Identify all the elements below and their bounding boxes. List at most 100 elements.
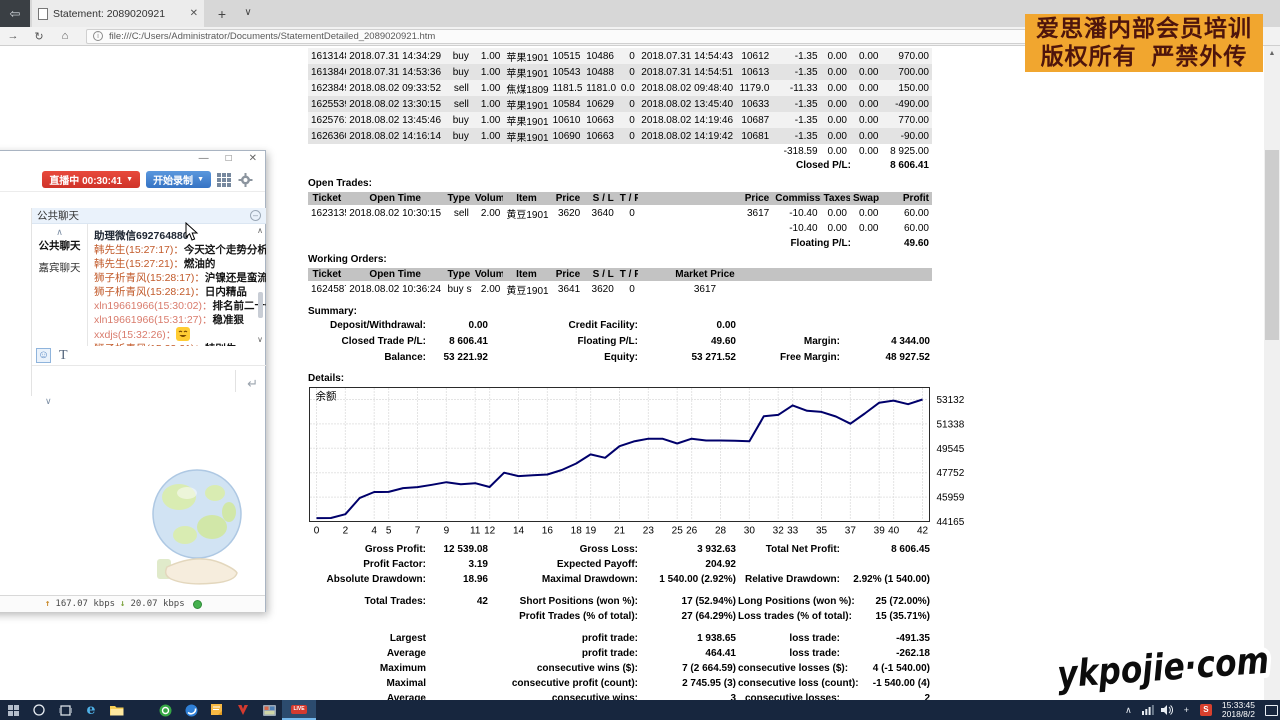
message-input[interactable]: ↵ — [32, 366, 266, 396]
statistics-row: Gross Profit:12 539.08Gross Loss:3 932.6… — [308, 544, 932, 559]
forward-icon[interactable]: → — [0, 30, 26, 42]
chat-message: 狮子析青风(15:33:21)：特别牛 — [94, 342, 254, 346]
scroll-down-icon[interactable]: ∨ — [254, 335, 266, 344]
table-cell: 0.00 — [821, 128, 850, 144]
table-cell: 3617 — [737, 205, 773, 221]
table-cell: 0.00 — [821, 112, 850, 128]
message-author: xxdjs(15:32:26)： — [94, 329, 176, 341]
table-cell: Price — [550, 268, 584, 281]
table-cell: 10610 — [550, 112, 584, 128]
table-cell: 10584 — [550, 96, 584, 112]
table-cell: 0.00 — [850, 64, 882, 80]
tab-list-chevron-icon[interactable]: ∨ — [238, 4, 258, 24]
message-author: 助理微信692764880 — [94, 230, 189, 242]
collapse-icon[interactable]: – — [250, 210, 261, 221]
table-cell: -10.40 — [772, 221, 820, 235]
table-cell: 2018.08.02 13:45:46 — [346, 112, 445, 128]
live-streaming-app-icon[interactable]: LIVE — [282, 700, 316, 720]
chat-titlebar[interactable]: — □ ✕ — [0, 151, 265, 167]
network-status-bar: ↑ 167.07 kbps ↓ 20.07 kbps — [0, 595, 265, 612]
chat-scrollbar[interactable]: ∧ ∨ — [254, 224, 266, 346]
table-cell: Profit — [881, 192, 932, 205]
table-cell — [772, 281, 932, 297]
chat-message: 助理微信692764880 — [94, 229, 254, 243]
message-author: 狮子析青风(15:28:21)： — [94, 286, 205, 298]
action-center-icon[interactable] — [1265, 705, 1278, 716]
task-view-icon[interactable] — [52, 700, 78, 720]
live-status-button[interactable]: 直播中 00:30:41 ▼ — [42, 171, 140, 188]
font-icon[interactable]: T — [59, 348, 68, 364]
network-icon[interactable] — [1142, 705, 1154, 715]
file-explorer-icon[interactable] — [104, 700, 130, 720]
start-button[interactable] — [0, 700, 26, 720]
live-timer: 直播中 00:30:41 — [49, 172, 122, 187]
input-toolbar: ☺ T — [32, 346, 266, 366]
new-tab-button[interactable]: + — [212, 4, 232, 24]
table-cell: 2018.08.02 14:19:42 — [638, 128, 737, 144]
cortana-search-icon[interactable] — [26, 700, 52, 720]
input-indicator-icon[interactable]: + — [1180, 705, 1193, 715]
table-cell — [638, 192, 737, 205]
blue-browser-icon[interactable] — [178, 700, 204, 720]
scrollbar-thumb[interactable] — [1265, 150, 1279, 340]
table-cell: -490.00 — [881, 96, 932, 112]
sidebar-item-public-chat[interactable]: 公共聊天 — [32, 238, 87, 254]
page-scrollbar[interactable]: ▲ — [1264, 46, 1280, 700]
statistics-row: Total Trades:42Short Positions (won %):1… — [308, 596, 932, 611]
screen: ⇦ Statement: 2089020921 ✕ + ∨ → ↻ ⌂ i fi… — [0, 0, 1280, 720]
start-record-button[interactable]: 开始录制▼ — [146, 171, 211, 188]
table-cell: 0.00 — [821, 144, 850, 158]
table-cell: -318.59 — [772, 144, 820, 158]
table-cell: 1623135 — [308, 205, 346, 221]
closed-trades-table: 16131482018.07.31 14:34:29buy1.00苹果19011… — [308, 48, 932, 158]
info-icon[interactable]: i — [93, 31, 103, 41]
table-cell: 0.00 — [821, 205, 850, 221]
misc-app-icon[interactable] — [256, 700, 282, 720]
tab-close-icon[interactable]: ✕ — [190, 8, 198, 19]
maximize-icon[interactable]: □ — [226, 153, 232, 164]
chevron-down-icon[interactable]: ∨ — [45, 396, 52, 407]
hidden-icons-chevron-icon[interactable]: ∧ — [1122, 705, 1135, 716]
taskbar-clock[interactable]: 15:33:45 2018/8/2 — [1219, 701, 1258, 719]
browser-tab[interactable]: Statement: 2089020921 ✕ — [32, 0, 204, 27]
table-cell: Item — [503, 192, 549, 205]
scroll-up-icon[interactable]: ▲ — [1264, 50, 1280, 57]
volume-icon[interactable] — [1161, 705, 1173, 715]
table-cell: 2018.08.02 13:45:40 — [638, 96, 737, 112]
red-app-icon[interactable] — [230, 700, 256, 720]
chevron-up-icon[interactable]: ∧ — [32, 224, 87, 238]
home-icon[interactable]: ⌂ — [52, 30, 78, 42]
send-icon[interactable]: ↵ — [247, 376, 258, 392]
upload-arrow-icon: ↑ — [45, 599, 50, 609]
table-cell: 2018.07.31 14:54:43 — [638, 48, 737, 64]
table-cell: 10681 — [737, 128, 773, 144]
table-cell: 3617 — [638, 281, 772, 297]
table-cell: 150.00 — [881, 80, 932, 96]
statistics-grid: Gross Profit:12 539.08Gross Loss:3 932.6… — [308, 544, 932, 708]
summary-grid: Deposit/Withdrawal:0.00Credit Facility:0… — [308, 320, 932, 368]
table-cell: 0.00 — [821, 221, 850, 235]
sidebar-item-guest-chat[interactable]: 嘉宾聊天 — [32, 260, 87, 276]
gear-icon[interactable] — [238, 173, 253, 187]
globe-hand-logo — [149, 467, 245, 589]
svg-text:45959: 45959 — [937, 493, 965, 504]
scrollbar-thumb[interactable] — [258, 292, 263, 318]
green-app-icon[interactable] — [152, 700, 178, 720]
table-cell: 10633 — [737, 96, 773, 112]
tab-preview-back-icon[interactable]: ⇦ — [0, 0, 30, 27]
grid-panel-icon[interactable] — [217, 173, 232, 187]
close-icon[interactable]: ✕ — [249, 153, 257, 164]
sticky-notes-icon[interactable] — [204, 700, 230, 720]
scroll-up-icon[interactable]: ∧ — [254, 226, 266, 235]
floating-pl-row: Floating P/L: 49.60 — [308, 238, 932, 253]
refresh-icon[interactable]: ↻ — [26, 30, 52, 43]
dropdown-chevron-icon: ▼ — [126, 176, 133, 183]
edge-icon[interactable]: e — [78, 700, 104, 720]
minimize-icon[interactable]: — — [199, 153, 209, 164]
emoji-picker-icon[interactable]: ☺ — [36, 348, 51, 363]
table-cell: Open Time — [346, 192, 445, 205]
chat-toolbar: 直播中 00:30:41 ▼ 开始录制▼ — [0, 168, 265, 192]
open-trades-table: TicketOpen TimeTypeVolumeItemPriceS / LT… — [308, 192, 932, 235]
statistics-row: Profit Factor:3.19Expected Payoff:204.92 — [308, 559, 932, 574]
sogou-input-icon[interactable]: S — [1200, 704, 1212, 716]
